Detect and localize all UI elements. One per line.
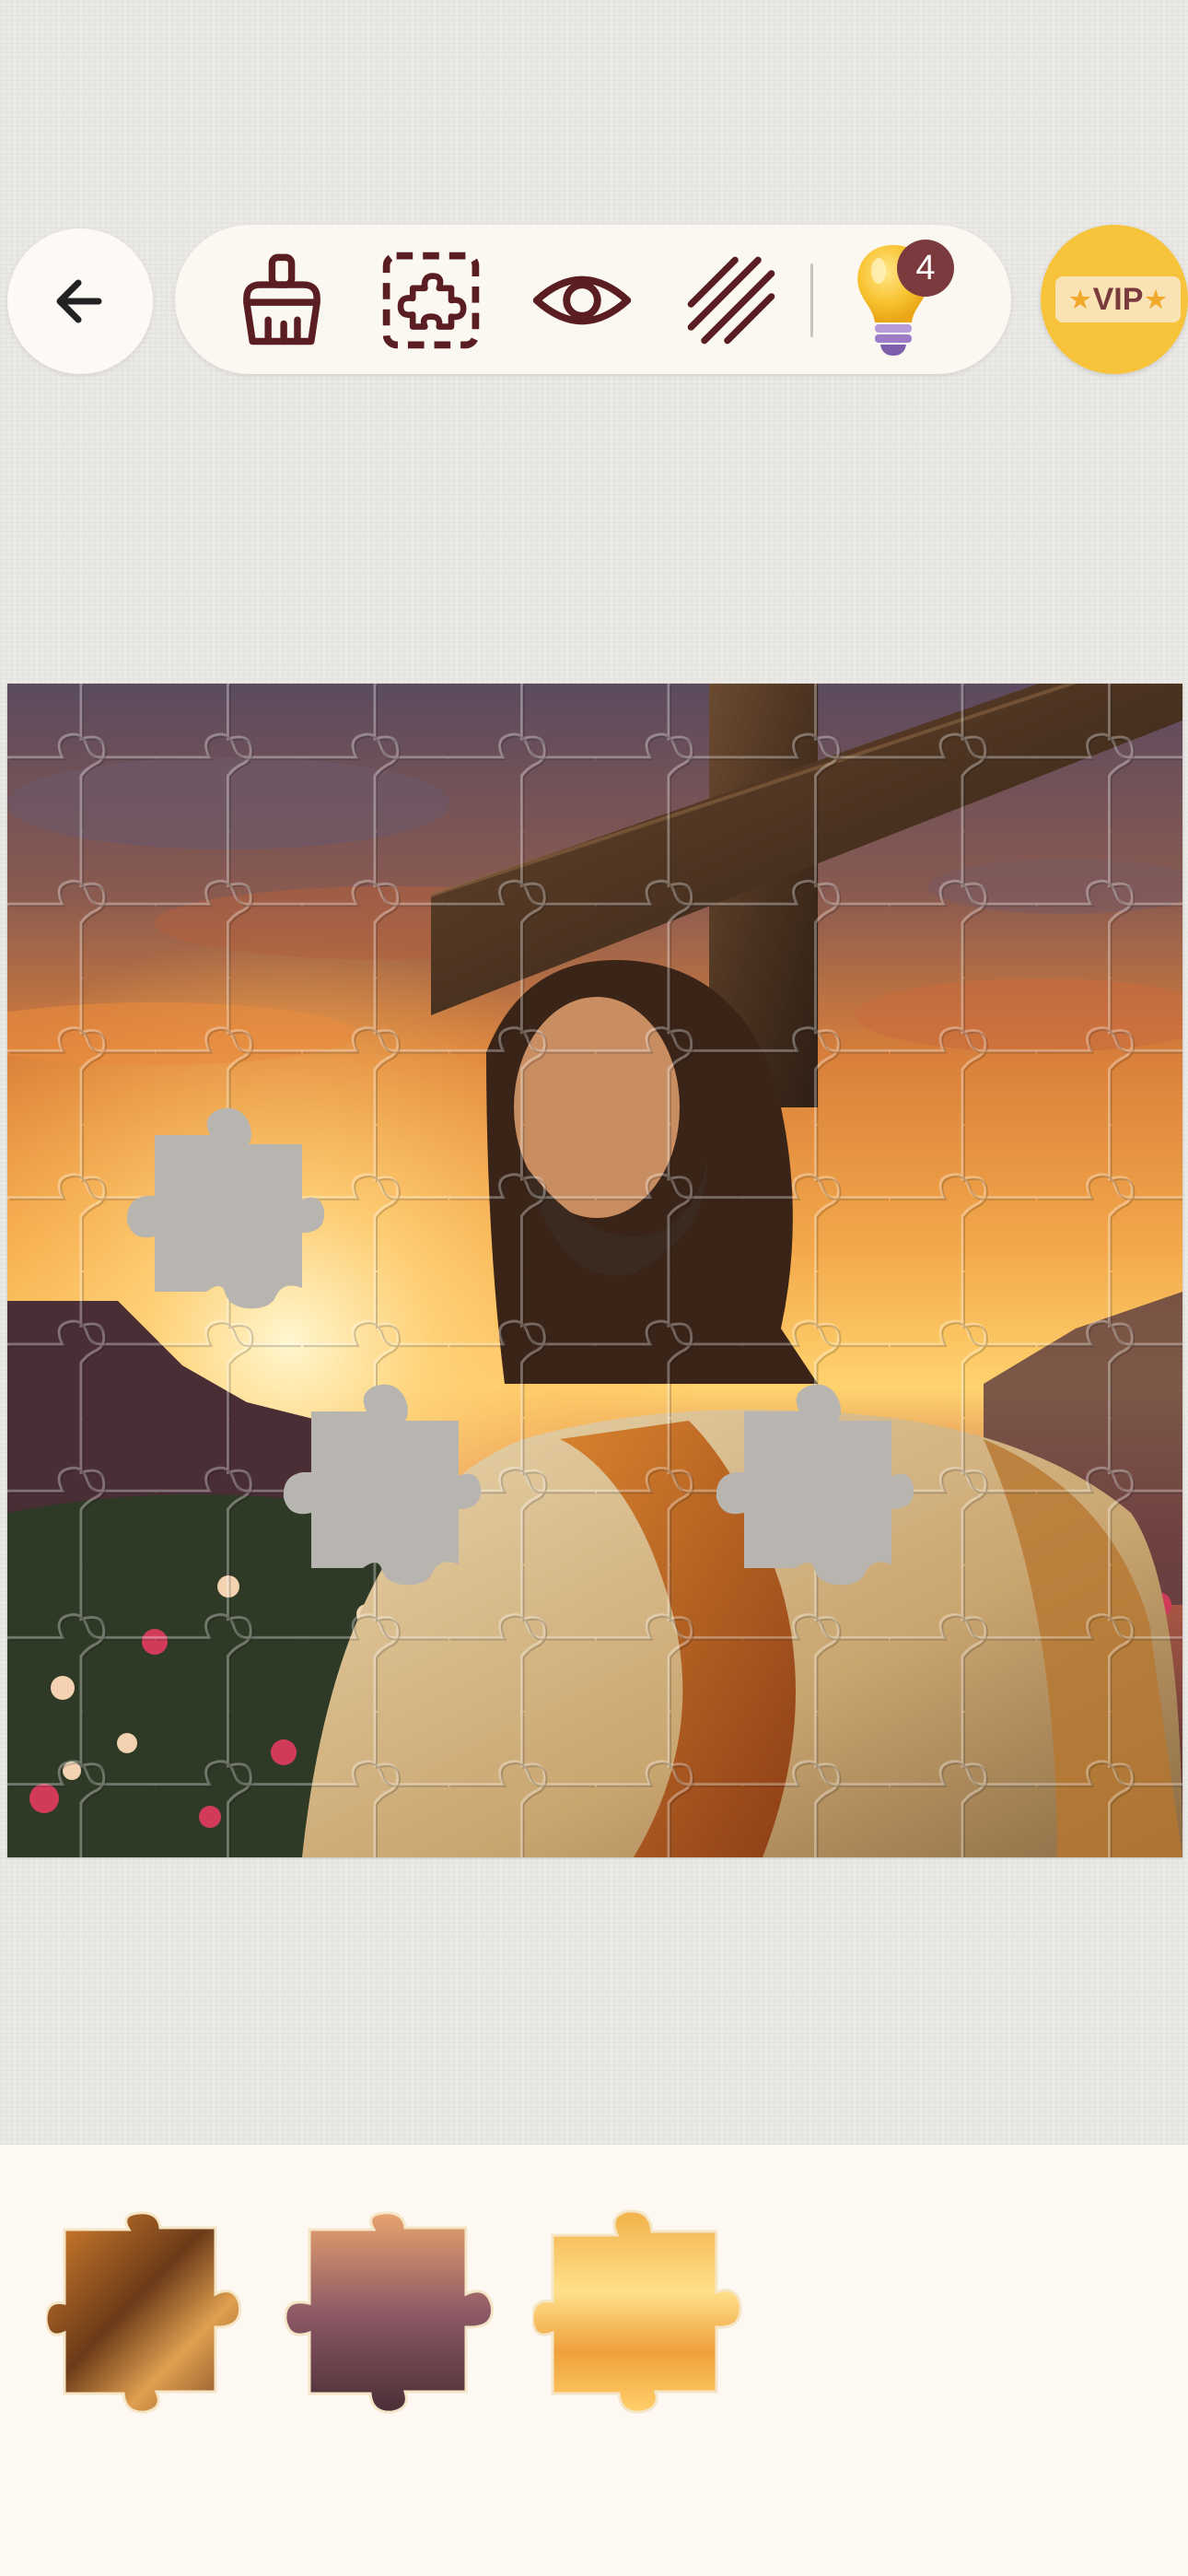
vip-button[interactable]: ★ VIP ★ [1041,225,1188,374]
tray-piece-wood[interactable] [46,2211,258,2414]
back-button[interactable] [7,228,153,374]
vip-label: VIP [1092,281,1144,317]
puzzle-frame-icon [382,252,480,349]
star-icon: ★ [1145,285,1167,313]
hint-button[interactable]: 4 [847,240,958,359]
stripes-icon [687,256,775,345]
toolbar: 4 [175,225,1011,374]
star-icon: ★ [1069,285,1091,313]
tray-piece-sunset[interactable] [532,2182,753,2421]
background-button[interactable] [680,249,783,352]
puzzle-board[interactable] [7,684,1182,1857]
vip-ticket: ★ VIP ★ [1055,276,1181,322]
toolbar-divider [810,263,813,337]
edge-pieces-button[interactable] [379,249,483,352]
hint-count-badge: 4 [897,240,954,297]
broom-icon [243,253,320,345]
eye-icon [532,275,632,325]
preview-button[interactable] [530,249,634,352]
back-arrow-icon [56,279,102,323]
piece-tray [0,2145,1188,2576]
tray-piece-mountain[interactable] [273,2211,521,2414]
clean-button[interactable] [230,249,333,352]
puzzle-image [7,684,1182,1857]
